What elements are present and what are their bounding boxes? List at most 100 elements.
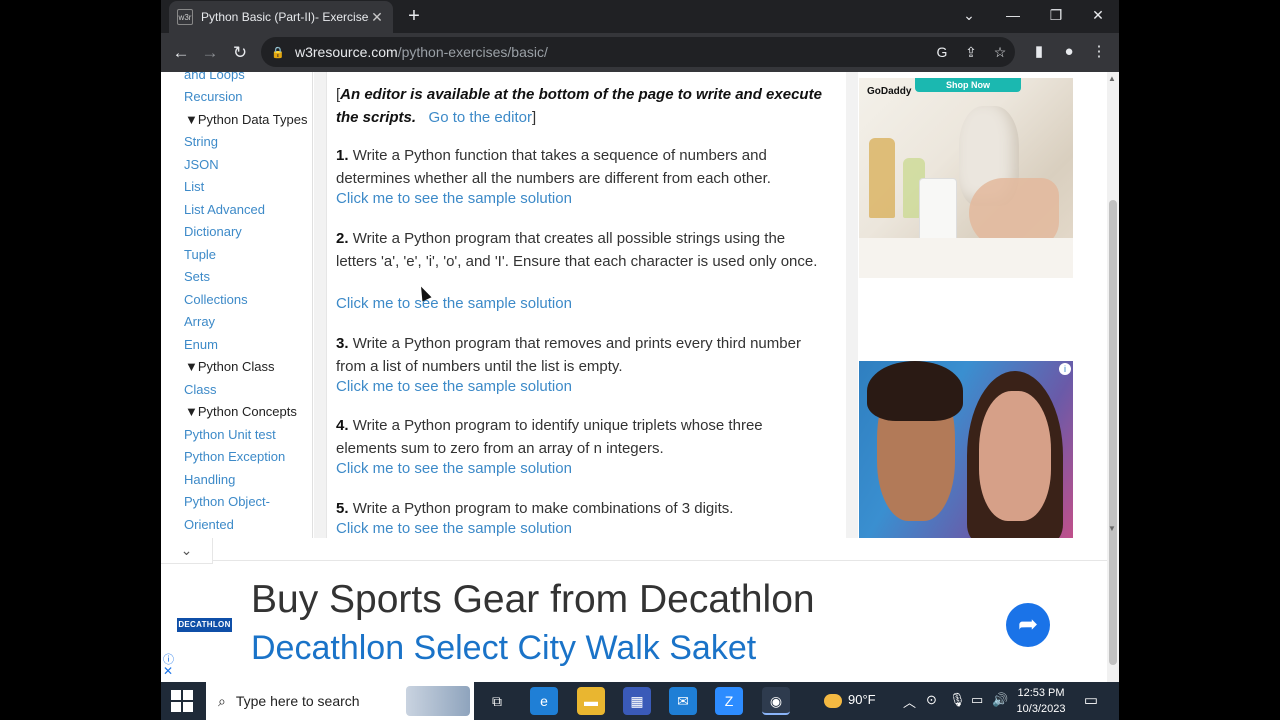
tray-app-icon[interactable]: ⊙ — [926, 692, 937, 708]
sidebar-item[interactable]: Class — [184, 382, 217, 397]
taskbar-app-file-explorer-icon[interactable]: ▬ — [577, 687, 605, 715]
sample-solution-link[interactable]: Click me to see the sample solution — [336, 520, 572, 537]
browser-tab[interactable]: w3r Python Basic (Part-II)- Exercises, ✕ — [169, 1, 393, 33]
exercise-item: 5. Write a Python program to make combin… — [336, 498, 826, 521]
weather-sun-icon — [824, 693, 842, 708]
divider — [213, 560, 1107, 561]
exercise-number: 3. — [336, 335, 349, 352]
hair-graphic — [867, 361, 963, 421]
bottle-graphic — [869, 138, 895, 218]
sample-solution-link[interactable]: Click me to see the sample solution — [336, 460, 572, 477]
start-windows-icon[interactable] — [171, 690, 193, 712]
network-icon[interactable]: ▭ — [971, 692, 983, 708]
favicon-icon: w3r — [177, 9, 193, 25]
ad-close-icon[interactable]: ✕ — [163, 664, 173, 678]
tab-search-icon[interactable]: ⌄ — [954, 3, 984, 27]
go-to-editor-link[interactable]: Go to the editor — [429, 109, 532, 126]
new-tab-button[interactable]: + — [403, 5, 425, 27]
screen: w3r Python Basic (Part-II)- Exercises, ✕… — [0, 0, 1280, 720]
exercise-number: 2. — [336, 230, 349, 247]
tray-chevron-icon[interactable]: ︿ — [903, 692, 916, 711]
tab-title: Python Basic (Part-II)- Exercises, — [201, 10, 369, 24]
sidebar-item[interactable]: Collections — [184, 292, 248, 307]
volume-icon[interactable]: 🔊 — [992, 692, 1008, 708]
clock-date: 10/3/2023 — [1016, 703, 1066, 715]
profile-avatar-icon[interactable]: ● — [1059, 42, 1079, 62]
browser-toolbar: ← → ↻ 🔒 w3resource.com/python-exercises/… — [161, 33, 1119, 72]
reload-button[interactable]: ↻ — [227, 40, 253, 66]
bottom-ad-banner[interactable]: ⌄ DECATHLON Buy Sports Gear from Decathl… — [161, 538, 1107, 682]
ad-headline[interactable]: Buy Sports Gear from Decathlon — [251, 578, 815, 622]
taskbar-app-store-icon[interactable]: ▦ — [623, 687, 651, 715]
sidebar-item[interactable]: Recursion — [184, 89, 243, 104]
side-ad-product[interactable]: Shop Now GoDaddy — [859, 78, 1073, 278]
tab-close-icon[interactable]: ✕ — [369, 9, 385, 26]
sidebar-item[interactable]: Tuple — [184, 247, 216, 262]
exercise-text: Write a Python program to make combinati… — [352, 500, 734, 517]
sidebar-item[interactable]: Enum — [184, 337, 218, 352]
sidebar-item[interactable]: ▼Python Class — [185, 359, 274, 374]
exercise-number: 1. — [336, 147, 349, 164]
restore-button[interactable]: ❐ — [1041, 3, 1071, 27]
sample-solution-link[interactable]: Click me to see the sample solution — [336, 295, 572, 312]
close-window-button[interactable]: ✕ — [1083, 3, 1113, 27]
sidebar-item[interactable]: List — [184, 179, 204, 194]
ad-go-arrow-icon[interactable]: ➦ — [1006, 603, 1050, 647]
address-bar[interactable]: 🔒 w3resource.com/python-exercises/basic/ — [261, 37, 1015, 67]
sidebar-item[interactable]: Array — [184, 314, 215, 329]
taskbar-app-task-view-icon[interactable]: ⧉ — [483, 687, 511, 715]
side-panel-icon[interactable]: ▮ — [1029, 42, 1049, 62]
taskbar-app-edge-icon[interactable]: e — [530, 687, 558, 715]
forward-button[interactable]: → — [197, 40, 223, 66]
sidebar-item[interactable]: Sets — [184, 269, 210, 284]
sidebar-item[interactable]: ▼Python Concepts — [185, 404, 297, 419]
microphone-icon[interactable]: 🎙 — [949, 692, 966, 708]
ad-info-icon[interactable]: i — [1059, 363, 1071, 375]
scroll-up-icon[interactable]: ▲ — [1108, 74, 1116, 83]
weather-widget[interactable]: 90°F — [824, 692, 876, 708]
person-graphic — [979, 391, 1051, 521]
article: [An editor is available at the bottom of… — [326, 72, 1004, 538]
side-ad-movie[interactable]: i — [859, 361, 1073, 538]
notification-icon[interactable]: ▭ — [1081, 691, 1101, 711]
collapse-ad-button[interactable]: ⌄ — [161, 538, 213, 564]
exercise-text: Write a Python program to identify uniqu… — [336, 417, 763, 457]
address-host: w3resource.com — [295, 44, 398, 60]
sidebar-item[interactable]: Handling — [184, 472, 235, 487]
search-icon: ⌕ — [218, 692, 226, 709]
menu-kebab-icon[interactable]: ⋮ — [1089, 42, 1109, 62]
sidebar-item[interactable]: JSON — [184, 157, 219, 172]
ad-spacer — [859, 278, 1073, 360]
scroll-down-icon[interactable]: ▼ — [1108, 524, 1116, 533]
sidebar-item[interactable]: Python Unit test — [184, 427, 276, 442]
sample-solution-link[interactable]: Click me to see the sample solution — [336, 190, 572, 207]
sidebar-item[interactable]: Python Object- — [184, 494, 270, 509]
search-placeholder: Type here to search — [235, 693, 360, 709]
taskbar-app-mail-icon[interactable]: ✉ — [669, 687, 697, 715]
ad-subline[interactable]: Decathlon Select City Walk Saket — [251, 629, 756, 668]
taskbar-app-chrome-icon[interactable]: ◉ — [762, 687, 790, 715]
sidebar-item[interactable]: List Advanced — [184, 202, 265, 217]
sidebar-item[interactable]: Dictionary — [184, 224, 242, 239]
sidebar-item-loops[interactable]: and Loops — [184, 72, 245, 82]
google-lens-icon[interactable]: G — [932, 42, 952, 62]
taskbar-search-input[interactable]: ⌕ Type here to search — [206, 682, 474, 720]
page-scrollbar[interactable]: ▲ ▼ — [1107, 72, 1119, 682]
bookmark-star-icon[interactable]: ☆ — [990, 42, 1010, 62]
taskbar-app-zoom-icon[interactable]: Z — [715, 687, 743, 715]
clock-time: 12:53 PM — [1017, 687, 1065, 699]
share-icon[interactable]: ⇪ — [961, 42, 981, 62]
taskbar-clock[interactable]: 12:53 PM 10/3/2023 — [1013, 685, 1069, 717]
sample-solution-link[interactable]: Click me to see the sample solution — [336, 378, 572, 395]
sidebar-item[interactable]: ▼Python Data Types — [185, 112, 307, 127]
exercise-item: 2. Write a Python program that creates a… — [336, 228, 826, 273]
sidebar-item[interactable]: String — [184, 134, 218, 149]
sidebar-item[interactable]: Python Exception — [184, 449, 285, 464]
minimize-button[interactable]: — — [998, 3, 1028, 27]
lock-icon: 🔒 — [271, 46, 285, 59]
shop-now-button[interactable]: Shop Now — [915, 78, 1021, 92]
back-button[interactable]: ← — [168, 40, 194, 66]
scrollbar-thumb[interactable] — [1109, 200, 1117, 665]
sidebar-item[interactable]: Oriented — [184, 517, 234, 532]
exercise-number: 5. — [336, 500, 349, 517]
